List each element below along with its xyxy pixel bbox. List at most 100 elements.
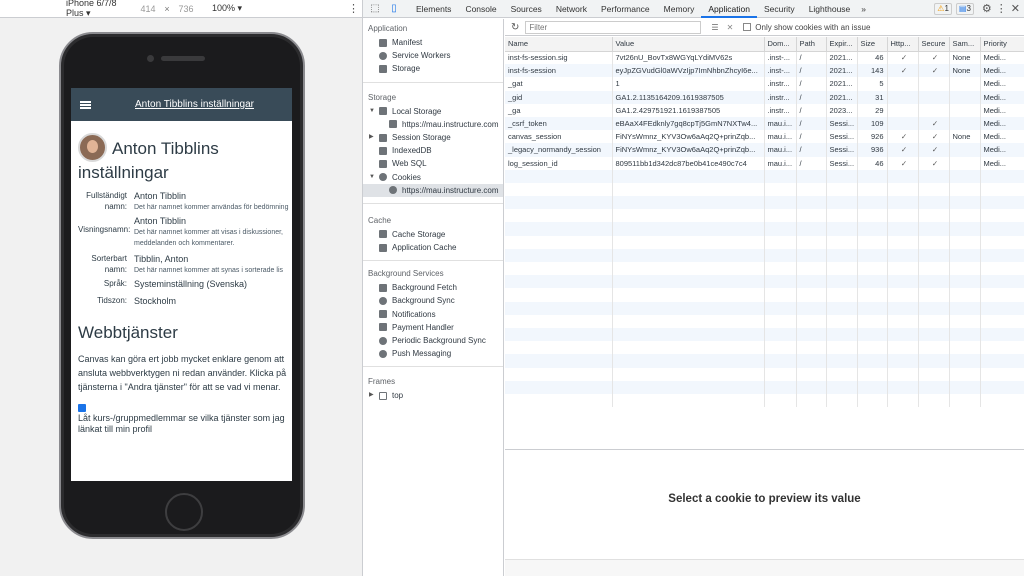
table-cell: .instr... [764, 77, 797, 91]
messages-badge[interactable]: ▤3 [955, 2, 974, 15]
table-row[interactable]: log_session_id 809511bb1d342dc87be0b41ce4… [505, 156, 1024, 170]
sidebar-item-local-storage-origin[interactable]: https://mau.instructure.com [363, 118, 503, 131]
column-header[interactable]: Value [612, 37, 765, 52]
empty-cell [949, 301, 981, 315]
hamburger-menu-icon[interactable] [80, 100, 91, 109]
empty-cell [612, 327, 765, 342]
header-title-link[interactable]: Anton Tibblins inställningar [135, 99, 254, 110]
tab-application[interactable]: Application [701, 0, 757, 18]
sidebar-item-background-fetch[interactable]: Background Fetch [363, 281, 503, 294]
more-tabs-icon[interactable]: » [861, 4, 866, 14]
column-header[interactable]: Path [796, 37, 827, 52]
column-header[interactable]: Size [857, 37, 888, 52]
empty-cell [505, 288, 613, 302]
clear-filtered-icon[interactable]: ☰ [711, 23, 718, 32]
device-select[interactable]: iPhone 6/7/8 Plus ▾ [66, 0, 136, 19]
column-header[interactable]: Sam... [949, 37, 981, 52]
tab-console[interactable]: Console [458, 0, 503, 18]
height-input[interactable]: 736 [174, 4, 198, 14]
sidebar-item-application-cache[interactable]: Application Cache [363, 241, 503, 254]
tab-network[interactable]: Network [549, 0, 594, 18]
more-options-icon[interactable]: ⋮ [348, 2, 359, 15]
empty-cell [980, 196, 1024, 210]
table-cell: 5 [857, 77, 888, 91]
table-row[interactable]: _legacy_normandy_session FiNYsWmnz_KYV3Ow… [505, 143, 1024, 157]
gear-icon[interactable]: ⚙ [982, 2, 992, 15]
sidebar-item-notifications[interactable]: Notifications [363, 308, 503, 321]
column-header[interactable]: Expir... [826, 37, 858, 52]
kebab-menu-icon[interactable]: ⋮ [996, 2, 1007, 15]
empty-cell [505, 380, 613, 394]
column-header[interactable]: Dom... [764, 37, 797, 52]
tab-lighthouse[interactable]: Lighthouse [802, 0, 858, 18]
sidebar-item-frame-top[interactable]: ▶ top [363, 389, 503, 402]
empty-cell [857, 209, 888, 223]
expand-right-icon[interactable]: ▶ [369, 389, 377, 402]
sidebar-item-periodic-sync[interactable]: Periodic Background Sync [363, 334, 503, 347]
table-row[interactable]: inst-fs-session.sig 7vt26nU_BovTx8WGYqLYd… [505, 51, 1024, 65]
sidebar-item-cookies-origin[interactable]: https://mau.instructure.com [363, 183, 503, 197]
sidebar-item-push-messaging[interactable]: Push Messaging [363, 347, 503, 360]
database-icon [379, 64, 387, 73]
sidebar-item-background-sync[interactable]: Background Sync [363, 294, 503, 307]
delete-icon[interactable]: ✕ [727, 23, 734, 32]
empty-cell [918, 288, 950, 302]
refresh-icon[interactable]: ↻ [511, 22, 519, 33]
empty-cell [612, 354, 765, 368]
table-row[interactable]: _ga GA1.2.429751921.1619387505 .instr.../2… [505, 103, 1024, 117]
only-issue-checkbox[interactable] [743, 23, 752, 31]
table-cell: 7vt26nU_BovTx8WGYqLYdiMV62s [612, 51, 765, 65]
table-row[interactable]: canvas_session FiNYsWmnz_KYV3Ow6aAq2Q+pri… [505, 130, 1024, 144]
cookies-toolbar: ↻ ☰ ✕ Only show cookies with an issue [505, 19, 1024, 36]
tab-sources[interactable]: Sources [504, 0, 549, 18]
table-row[interactable]: _csrf_token eBAaX4FEdknly7gq8cpTj5GmN7NXT… [505, 116, 1024, 131]
warnings-badge[interactable]: ⚠1 [934, 2, 952, 15]
sidebar-item-storage[interactable]: Storage [363, 62, 503, 75]
show-services-checkbox[interactable] [78, 404, 86, 412]
inspect-element-icon[interactable]: ⬚ [368, 2, 382, 16]
expand-right-icon[interactable]: ▶ [369, 131, 377, 144]
sidebar-item-local-storage[interactable]: ▼ Local Storage [363, 105, 503, 118]
home-button[interactable] [165, 493, 203, 531]
device-toggle-icon[interactable]: ▯ [387, 2, 401, 16]
tab-security[interactable]: Security [757, 0, 802, 18]
field-hint: Det här namnet kommer användas för bedöm… [134, 204, 289, 211]
sidebar-item-manifest[interactable]: Manifest [363, 36, 503, 49]
zoom-select[interactable]: 100% ▾ [212, 3, 242, 14]
empty-cell [826, 209, 858, 223]
tab-elements[interactable]: Elements [409, 0, 458, 18]
sidebar-item-websql[interactable]: Web SQL [363, 157, 503, 170]
sidebar-item-indexeddb[interactable]: IndexedDB [363, 144, 503, 157]
sidebar-item-cache-storage[interactable]: Cache Storage [363, 228, 503, 241]
empty-cell [764, 235, 797, 249]
column-header[interactable]: Http... [887, 37, 919, 52]
cookie-preview: Select a cookie to preview its value [668, 492, 861, 505]
width-input[interactable]: 414 [136, 4, 160, 14]
sidebar-item-cookies[interactable]: ▼ Cookies [363, 171, 503, 184]
sortable-name-value: Tibblin, Anton [134, 254, 189, 264]
page-title-line2: inställningar [78, 163, 169, 182]
tab-performance[interactable]: Performance [594, 0, 657, 18]
table-row[interactable]: _gid GA1.2.1135164209.1619387505 .instr...… [505, 90, 1024, 104]
table-row[interactable]: inst-fs-session eyJpZGVudGl0aWVzIjp7ImNhb… [505, 64, 1024, 78]
avatar[interactable] [78, 133, 107, 162]
close-icon[interactable]: ✕ [1011, 2, 1020, 15]
table-row[interactable]: _gat 1 .instr.../2021... 5 Medi... [505, 77, 1024, 91]
devtools-panel: ⬚ ▯ Elements Console Sources Network Per… [363, 0, 1024, 576]
table-cell [887, 90, 919, 104]
column-header[interactable]: Name [505, 37, 613, 52]
expand-down-icon[interactable]: ▼ [369, 105, 377, 118]
tab-memory[interactable]: Memory [657, 0, 702, 18]
filter-input[interactable] [525, 20, 702, 34]
column-header[interactable]: Priority [980, 37, 1024, 52]
empty-row [505, 169, 1024, 183]
empty-cell [887, 169, 919, 183]
column-header[interactable]: Secure [918, 37, 950, 52]
sidebar-item-session-storage[interactable]: ▶ Session Storage [363, 131, 503, 144]
expand-down-icon[interactable]: ▼ [369, 171, 377, 184]
empty-cell [918, 341, 950, 355]
empty-cell [980, 209, 1024, 223]
sidebar-item-payment-handler[interactable]: Payment Handler [363, 321, 503, 334]
sidebar-item-service-workers[interactable]: Service Workers [363, 49, 503, 62]
table-cell: ✓ [887, 156, 919, 170]
